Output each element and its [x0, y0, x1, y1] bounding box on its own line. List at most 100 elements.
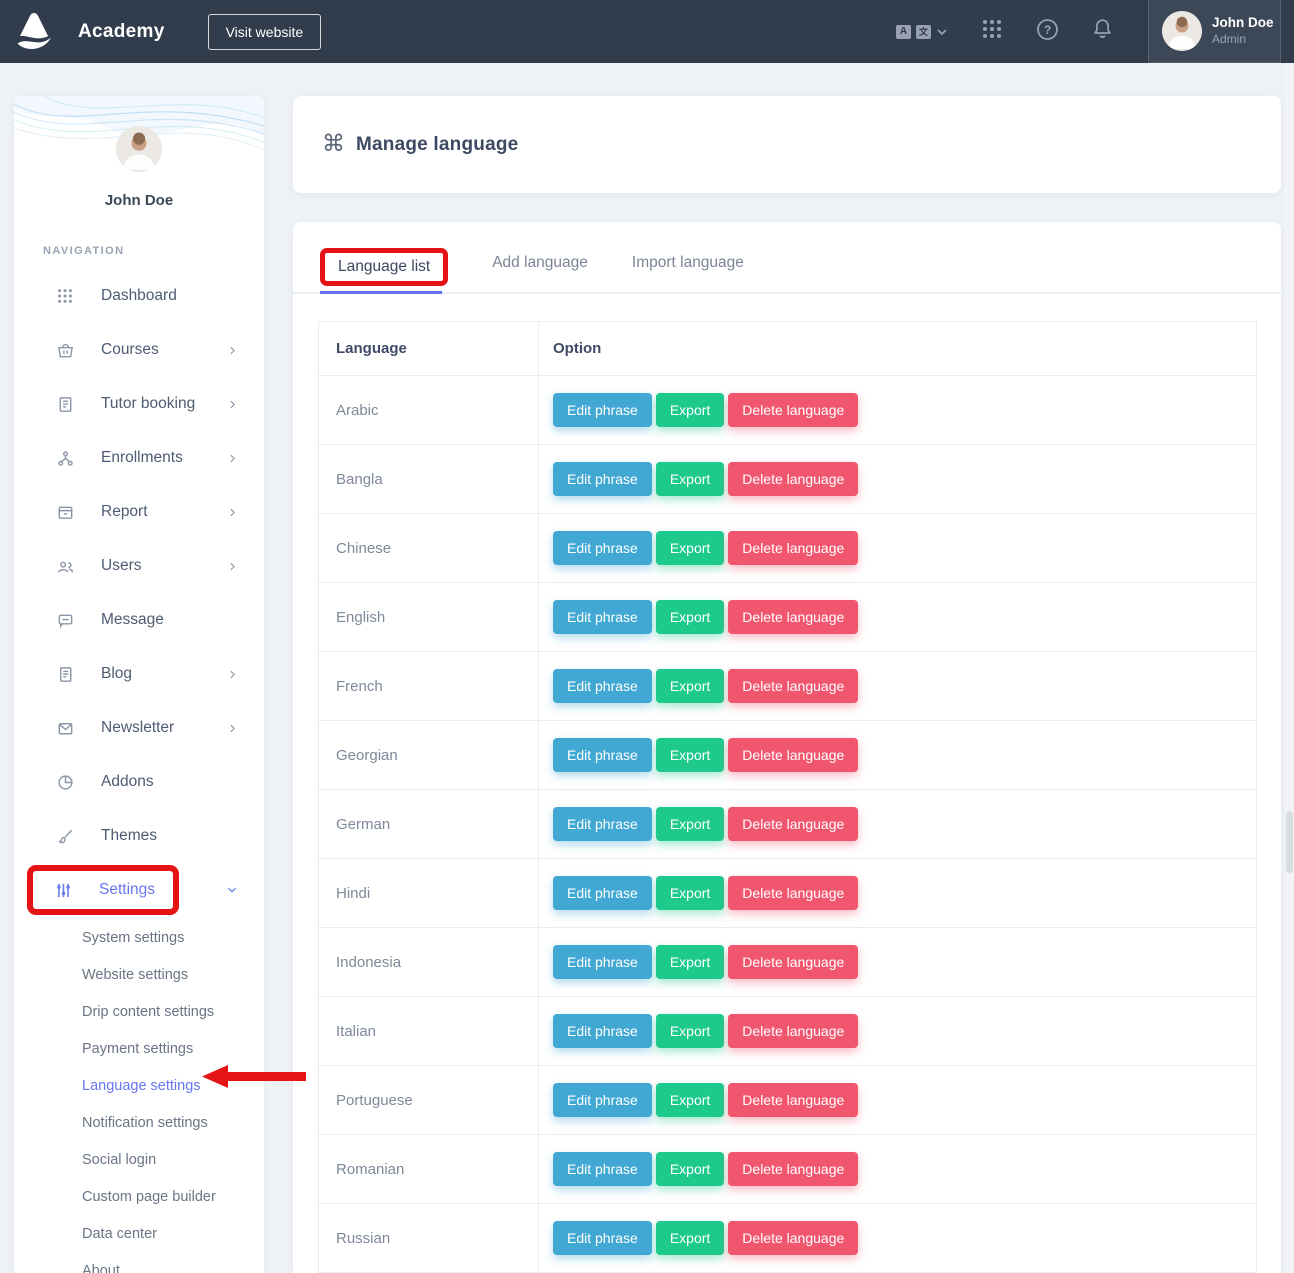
page-title: Manage language: [356, 134, 518, 156]
table-row: Italian Edit phrase Export Delete langua…: [319, 996, 1256, 1065]
submenu-notification-settings[interactable]: Notification settings: [14, 1104, 264, 1141]
delete-language-button[interactable]: Delete language: [728, 945, 858, 979]
sidebar-item-newsletter[interactable]: Newsletter: [14, 701, 264, 755]
delete-language-button[interactable]: Delete language: [728, 876, 858, 910]
visit-website-button[interactable]: Visit website: [208, 14, 322, 50]
newsletter-icon: [55, 718, 75, 738]
submenu-payment-settings[interactable]: Payment settings: [14, 1030, 264, 1067]
delete-language-button[interactable]: Delete language: [728, 531, 858, 565]
edit-phrase-button[interactable]: Edit phrase: [553, 393, 652, 427]
export-button[interactable]: Export: [656, 1152, 724, 1186]
edit-phrase-button[interactable]: Edit phrase: [553, 669, 652, 703]
sidebar-item-label: Message: [101, 611, 164, 629]
edit-phrase-button[interactable]: Edit phrase: [553, 531, 652, 565]
sidebar-item-users[interactable]: Users: [14, 539, 264, 593]
edit-phrase-button[interactable]: Edit phrase: [553, 945, 652, 979]
delete-language-button[interactable]: Delete language: [728, 462, 858, 496]
language-cell: French: [319, 652, 538, 720]
user-menu[interactable]: John Doe Admin: [1148, 0, 1281, 63]
themes-icon: [55, 826, 75, 846]
page-header: ⌘ Manage language: [293, 96, 1281, 193]
export-button[interactable]: Export: [656, 531, 724, 565]
submenu-custom-page-builder[interactable]: Custom page builder: [14, 1178, 264, 1215]
delete-language-button[interactable]: Delete language: [728, 393, 858, 427]
tab-add-language[interactable]: Add language: [492, 254, 588, 286]
edit-phrase-button[interactable]: Edit phrase: [553, 1221, 652, 1255]
sidebar-item-tutor-booking[interactable]: Tutor booking: [14, 377, 264, 431]
tab-language-list[interactable]: Language list: [338, 258, 430, 275]
apps-grid-icon[interactable]: [980, 17, 1004, 46]
delete-language-button[interactable]: Delete language: [728, 1014, 858, 1048]
export-button[interactable]: Export: [656, 669, 724, 703]
delete-language-button[interactable]: Delete language: [728, 1152, 858, 1186]
submenu-drip-content-settings[interactable]: Drip content settings: [14, 993, 264, 1030]
sidebar-item-blog[interactable]: Blog: [14, 647, 264, 701]
delete-language-button[interactable]: Delete language: [728, 1083, 858, 1117]
language-switcher[interactable]: A 文: [896, 25, 948, 39]
language-cell: Arabic: [319, 376, 538, 444]
users-icon: [55, 556, 75, 576]
table-row: English Edit phrase Export Delete langua…: [319, 582, 1256, 651]
edit-phrase-button[interactable]: Edit phrase: [553, 876, 652, 910]
user-role: Admin: [1212, 32, 1274, 47]
edit-phrase-button[interactable]: Edit phrase: [553, 600, 652, 634]
edit-phrase-button[interactable]: Edit phrase: [553, 1152, 652, 1186]
submenu-about[interactable]: About: [14, 1252, 264, 1273]
addons-icon: [55, 772, 75, 792]
sidebar-item-label: Report: [101, 503, 148, 521]
edit-phrase-button[interactable]: Edit phrase: [553, 807, 652, 841]
scrollbar-thumb[interactable]: [1286, 811, 1293, 873]
submenu-website-settings[interactable]: Website settings: [14, 956, 264, 993]
export-button[interactable]: Export: [656, 876, 724, 910]
table-row: French Edit phrase Export Delete languag…: [319, 651, 1256, 720]
language-cell: Portuguese: [319, 1066, 538, 1134]
export-button[interactable]: Export: [656, 1014, 724, 1048]
sidebar-item-message[interactable]: Message: [14, 593, 264, 647]
submenu-data-center[interactable]: Data center: [14, 1215, 264, 1252]
language-cell: Romanian: [319, 1135, 538, 1203]
delete-language-button[interactable]: Delete language: [728, 738, 858, 772]
sidebar-item-addons[interactable]: Addons: [14, 755, 264, 809]
submenu-social-login[interactable]: Social login: [14, 1141, 264, 1178]
help-icon[interactable]: ?: [1036, 18, 1059, 46]
delete-language-button[interactable]: Delete language: [728, 600, 858, 634]
table-row: Romanian Edit phrase Export Delete langu…: [319, 1134, 1256, 1203]
sidebar-item-label: Users: [101, 557, 141, 575]
svg-text:?: ?: [1044, 22, 1051, 36]
export-button[interactable]: Export: [656, 393, 724, 427]
sidebar-item-themes[interactable]: Themes: [14, 809, 264, 863]
edit-phrase-button[interactable]: Edit phrase: [553, 1014, 652, 1048]
sidebar-item-courses[interactable]: Courses: [14, 323, 264, 377]
profile-avatar: [116, 126, 162, 172]
tab-import-language[interactable]: Import language: [632, 254, 744, 286]
delete-language-button[interactable]: Delete language: [728, 1221, 858, 1255]
delete-language-button[interactable]: Delete language: [728, 669, 858, 703]
export-button[interactable]: Export: [656, 1221, 724, 1255]
table-row: Hindi Edit phrase Export Delete language: [319, 858, 1256, 927]
language-panel: Language list Add language Import langua…: [293, 222, 1281, 1273]
export-button[interactable]: Export: [656, 1083, 724, 1117]
sidebar-item-enrollments[interactable]: Enrollments: [14, 431, 264, 485]
sidebar-item-settings[interactable]: Settings: [14, 863, 264, 917]
sidebar-item-dashboard[interactable]: Dashboard: [14, 269, 264, 323]
submenu-label: System settings: [82, 930, 184, 946]
submenu-language-settings[interactable]: Language settings: [14, 1067, 264, 1104]
edit-phrase-button[interactable]: Edit phrase: [553, 462, 652, 496]
export-button[interactable]: Export: [656, 600, 724, 634]
notifications-bell-icon[interactable]: [1091, 17, 1114, 46]
export-button[interactable]: Export: [656, 462, 724, 496]
sidebar-item-report[interactable]: Report: [14, 485, 264, 539]
profile-name: John Doe: [14, 192, 264, 209]
edit-phrase-button[interactable]: Edit phrase: [553, 738, 652, 772]
delete-language-button[interactable]: Delete language: [728, 807, 858, 841]
tutor-booking-icon: [55, 394, 75, 414]
vertical-scrollbar[interactable]: [1285, 63, 1294, 1273]
chevron-right-icon: [227, 669, 238, 680]
edit-phrase-button[interactable]: Edit phrase: [553, 1083, 652, 1117]
chevron-right-icon: [227, 453, 238, 464]
export-button[interactable]: Export: [656, 807, 724, 841]
submenu-system-settings[interactable]: System settings: [14, 919, 264, 956]
export-button[interactable]: Export: [656, 738, 724, 772]
export-button[interactable]: Export: [656, 945, 724, 979]
language-cell: Georgian: [319, 721, 538, 789]
